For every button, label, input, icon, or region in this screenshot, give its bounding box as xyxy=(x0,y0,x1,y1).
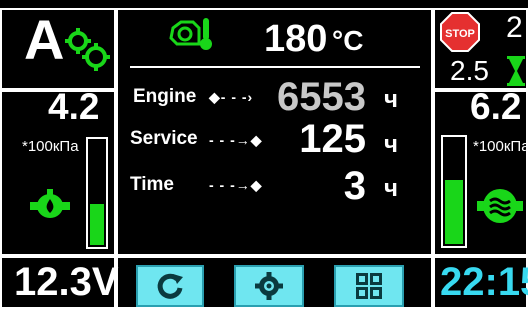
service-hours-value: 125 xyxy=(299,117,366,161)
time-value: 3 xyxy=(343,164,366,208)
battery-voltage: 12.3V xyxy=(14,260,119,304)
refresh-icon xyxy=(157,273,183,299)
right-pressure-bar-fill xyxy=(445,180,463,244)
clock: 22:15 xyxy=(440,260,528,304)
divider xyxy=(130,66,420,68)
alarm-count: 2 xyxy=(506,11,523,44)
stop-sign-text: STOP xyxy=(445,28,475,40)
left-pressure-value: 4.2 xyxy=(48,86,100,127)
grid-icon xyxy=(356,273,382,299)
engine-hours-label: Engine xyxy=(133,86,197,107)
time-label: Time xyxy=(130,174,175,195)
oil-pump-icon xyxy=(30,189,70,218)
gears-icon xyxy=(65,28,110,71)
gear-icon xyxy=(255,272,283,300)
service-hours-label: Service xyxy=(130,128,198,149)
right-pressure-bar xyxy=(441,135,467,248)
alarm-value: 2.5 xyxy=(450,55,489,86)
engine-hours-value: 6553 xyxy=(277,75,366,119)
service-hours-unit: ч xyxy=(384,131,398,158)
right-pressure-value: 6.2 xyxy=(470,86,522,127)
stop-sign-icon: STOP xyxy=(440,12,480,52)
mode-letter: A xyxy=(24,8,65,71)
settings-button[interactable] xyxy=(234,265,304,307)
water-pump-icon xyxy=(477,189,523,223)
engine-hours-unit: ч xyxy=(384,86,398,113)
refresh-button[interactable] xyxy=(136,265,204,307)
engine-temperature-unit: °C xyxy=(332,25,364,56)
engine-temperature-icon xyxy=(169,18,212,50)
time-unit: ч xyxy=(384,175,398,202)
hourglass-icon xyxy=(507,56,525,86)
left-pressure-unit: *100кПа xyxy=(22,138,79,155)
left-pressure-bar-fill xyxy=(90,203,104,245)
right-pressure-unit: *100кПа xyxy=(473,138,528,155)
menu-button[interactable] xyxy=(334,265,404,307)
engine-temperature-value: 180 xyxy=(264,18,328,60)
left-pressure-bar xyxy=(86,137,108,249)
